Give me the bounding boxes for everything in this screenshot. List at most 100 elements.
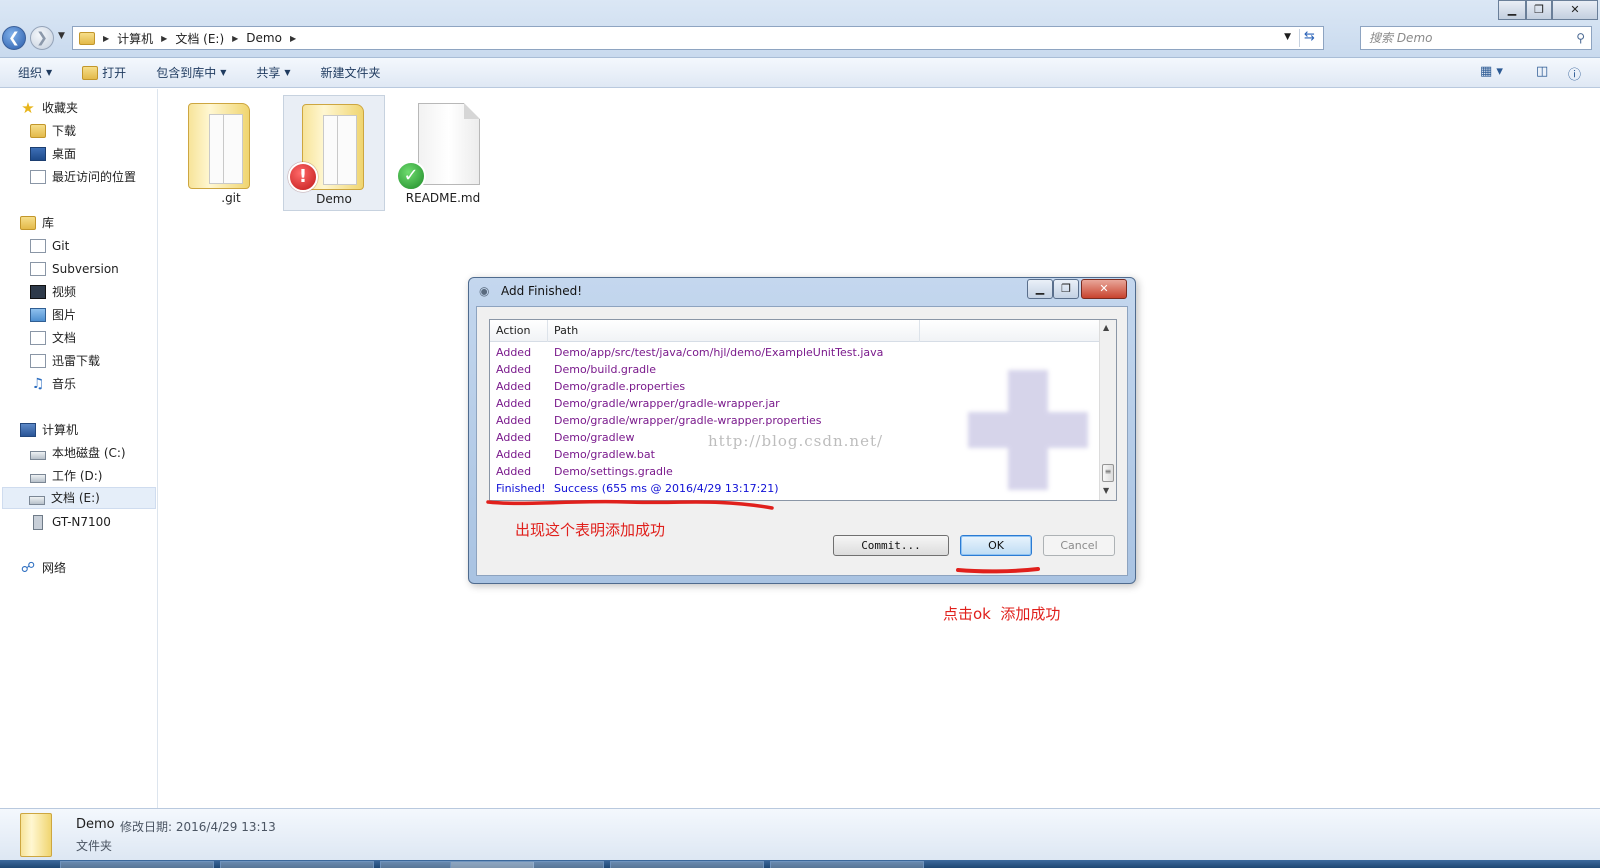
new-folder-button[interactable]: 新建文件夹 xyxy=(321,64,381,81)
sidebar-item-drive-c[interactable]: 本地磁盘 (C:) xyxy=(30,442,126,464)
file-name: .git xyxy=(221,191,241,205)
new-folder-label: 新建文件夹 xyxy=(320,66,381,80)
row-action: Added xyxy=(496,448,532,461)
sidebar-item-network[interactable]: ☍ 网络 xyxy=(20,557,66,579)
row-path: Demo/settings.gradle xyxy=(554,465,673,478)
vertical-scrollbar[interactable]: ▲ ≡ ▼ xyxy=(1099,320,1116,500)
preview-pane-icon[interactable]: ◫ xyxy=(1536,64,1548,79)
file-item-git-folder[interactable]: .git xyxy=(180,95,282,211)
open-button[interactable]: 打开 xyxy=(82,64,126,81)
commit-button[interactable]: Commit... xyxy=(833,535,949,556)
chevron-right-icon[interactable]: ▶ xyxy=(161,34,167,43)
music-icon: ♫ xyxy=(31,376,45,392)
library-doc-icon xyxy=(30,262,46,276)
sidebar-item-label: 音乐 xyxy=(52,377,77,391)
desktop-icon xyxy=(30,147,46,161)
share-label: 共享 xyxy=(256,66,281,80)
file-item-demo-folder[interactable]: ! Demo xyxy=(283,95,385,211)
help-icon[interactable]: ⓘ xyxy=(1568,64,1581,83)
dialog-title-bar: ◉ Add Finished! xyxy=(479,284,582,298)
address-dropdown-icon[interactable]: ▼ xyxy=(1284,32,1291,42)
breadcrumb-drive-e[interactable]: 文档 (E:) xyxy=(175,30,224,47)
sidebar-item-documents[interactable]: 文档 xyxy=(30,327,76,349)
sidebar-item-git[interactable]: Git xyxy=(30,235,69,257)
organize-menu[interactable]: 组织 ▼ xyxy=(18,64,52,81)
sidebar-item-phone[interactable]: GT-N7100 xyxy=(30,511,111,533)
dialog-maximize-button[interactable]: ❐ xyxy=(1053,279,1079,299)
sidebar-item-libraries[interactable]: 库 xyxy=(20,212,54,234)
back-button[interactable]: ❮ xyxy=(2,26,26,50)
ok-button[interactable]: OK xyxy=(960,535,1032,556)
file-item-readme[interactable]: ✓ README.md xyxy=(392,95,494,211)
chevron-right-icon[interactable]: ▶ xyxy=(290,34,296,43)
library-doc-icon xyxy=(30,354,46,368)
sidebar-item-label: 下载 xyxy=(52,124,77,138)
file-icon xyxy=(418,103,480,185)
sidebar-item-label: 迅雷下载 xyxy=(52,354,101,368)
share-menu[interactable]: 共享 ▼ xyxy=(256,64,290,81)
breadcrumb-computer[interactable]: 计算机 xyxy=(117,30,153,47)
sidebar-item-music[interactable]: ♫ 音乐 xyxy=(30,373,76,395)
include-library-menu[interactable]: 包含到库中 ▼ xyxy=(156,64,226,81)
dialog-minimize-button[interactable]: ▁ xyxy=(1027,279,1053,299)
drive-icon xyxy=(29,495,45,505)
sidebar-item-favorites[interactable]: ★ 收藏夹 xyxy=(20,97,78,119)
taskbar-button[interactable] xyxy=(60,861,214,868)
close-button[interactable]: ✕ xyxy=(1552,0,1598,20)
result-list[interactable]: Action Path http://blog.csdn.net/ Added D… xyxy=(489,319,1117,501)
sidebar-item-downloads[interactable]: 下载 xyxy=(30,120,76,142)
sidebar-item-xunlei-downloads[interactable]: 迅雷下载 xyxy=(30,350,100,372)
taskbar-button[interactable] xyxy=(220,861,374,868)
navigation-pane: ★ 收藏夹 下载 桌面 最近访问的位置 库 Git Subversion 视频 … xyxy=(0,89,158,809)
sidebar-item-pictures[interactable]: 图片 xyxy=(30,304,76,326)
library-doc-icon xyxy=(30,239,46,253)
sidebar-item-desktop[interactable]: 桌面 xyxy=(30,143,76,165)
taskbar-button[interactable] xyxy=(610,861,764,868)
maximize-button[interactable]: ❐ xyxy=(1526,0,1552,20)
cancel-button[interactable]: Cancel xyxy=(1043,535,1115,556)
search-input[interactable]: 搜索 Demo ⚲ xyxy=(1360,26,1592,50)
drive-icon xyxy=(30,450,46,460)
sidebar-item-label: 桌面 xyxy=(52,147,77,161)
column-header-path[interactable]: Path xyxy=(548,320,920,342)
dialog-close-button[interactable]: ✕ xyxy=(1081,279,1127,299)
scroll-thumb[interactable]: ≡ xyxy=(1102,464,1114,482)
taskbar-button[interactable] xyxy=(770,861,924,868)
svn-ok-check-icon: ✓ xyxy=(396,161,426,191)
breadcrumb-demo[interactable]: Demo xyxy=(246,31,282,45)
chevron-right-icon[interactable]: ▶ xyxy=(103,34,109,43)
row-path: Demo/app/src/test/java/com/hjl/demo/Exam… xyxy=(554,346,884,359)
sidebar-item-label: 图片 xyxy=(52,308,77,322)
scroll-up-arrow-icon[interactable]: ▲ xyxy=(1103,323,1109,332)
search-icon[interactable]: ⚲ xyxy=(1576,27,1585,49)
sidebar-item-label: 工作 (D:) xyxy=(52,469,103,483)
annotation-underline-ok xyxy=(956,567,1040,574)
column-header-action[interactable]: Action xyxy=(490,320,548,342)
forward-button[interactable]: ❯ xyxy=(30,26,54,50)
folder-icon xyxy=(82,65,99,80)
row-action: Added xyxy=(496,397,532,410)
watermark-url: http://blog.csdn.net/ xyxy=(708,432,884,450)
taskbar-button[interactable] xyxy=(450,861,604,868)
history-dropdown-icon[interactable]: ▼ xyxy=(58,31,65,41)
row-path: Demo/gradle/wrapper/gradle-wrapper.prope… xyxy=(554,414,822,427)
view-options-icon[interactable]: ▦ ▾ xyxy=(1480,64,1503,79)
chevron-right-icon[interactable]: ▶ xyxy=(232,34,238,43)
address-bar[interactable]: ▶ 计算机 ▶ 文档 (E:) ▶ Demo ▶ ▼ ⇆ xyxy=(72,26,1324,50)
sidebar-item-drive-e[interactable]: 文档 (E:) xyxy=(2,487,156,509)
refresh-icon[interactable]: ⇆ xyxy=(1299,29,1319,47)
list-header: Action Path xyxy=(490,320,1100,342)
sidebar-item-computer[interactable]: 计算机 xyxy=(20,419,78,441)
sidebar-item-drive-d[interactable]: 工作 (D:) xyxy=(30,465,102,487)
caret-down-icon: ▼ xyxy=(46,68,53,77)
sidebar-item-videos[interactable]: 视频 xyxy=(30,281,76,303)
annotation-click-ok-note: 点击ok 添加成功 xyxy=(943,605,1061,623)
sidebar-item-label: 收藏夹 xyxy=(42,101,79,115)
row-action: Added xyxy=(496,346,532,359)
scroll-down-arrow-icon[interactable]: ▼ xyxy=(1103,486,1109,495)
row-action: Added xyxy=(496,414,532,427)
sidebar-item-recent-places[interactable]: 最近访问的位置 xyxy=(30,166,136,188)
minimize-button[interactable]: ▁ xyxy=(1498,0,1526,20)
search-placeholder: 搜索 Demo xyxy=(1369,31,1433,45)
sidebar-item-subversion[interactable]: Subversion xyxy=(30,258,119,280)
